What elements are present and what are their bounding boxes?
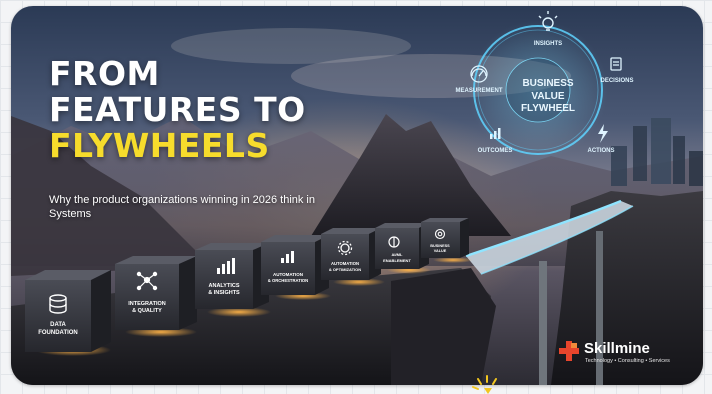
flywheel-center-text: FLYWHEEL	[521, 103, 575, 114]
step-label: ANALYTICS	[209, 283, 240, 289]
clipboard-icon	[610, 57, 622, 71]
skillmine-logo: Skillmine Technology • Consulting • Serv…	[557, 339, 687, 367]
step-label: AI/ML	[392, 252, 403, 257]
banner-title: FROM FEATURES TO FLYWHEELS	[49, 56, 306, 164]
step-label: DATA	[50, 322, 66, 328]
title-line: FROM	[49, 54, 160, 93]
step-label: & INSIGHTS	[208, 290, 240, 296]
bridge-pillar	[539, 261, 547, 385]
flywheel-node-label: INSIGHTS	[534, 41, 562, 47]
skillmine-mark-icon	[559, 341, 579, 361]
flywheel-center-text: BUSINESS	[522, 78, 573, 89]
step-label: ENABLEMENT	[383, 258, 411, 263]
step-cube-data-foundation[interactable]: DATA FOUNDATION	[25, 270, 111, 356]
rock-face	[391, 268, 496, 385]
step-label: FOUNDATION	[38, 330, 78, 336]
flywheel-node-label: ACTIONS	[588, 148, 615, 154]
title-line: FEATURES TO	[49, 90, 306, 129]
step-cube-analytics-insights[interactable]: ANALYTICS & INSIGHTS	[195, 243, 271, 317]
step-label: AUTOMATION	[273, 272, 303, 277]
step-label: AUTOMATION	[331, 261, 359, 266]
logo-name: Skillmine	[584, 340, 650, 357]
step-label: & ORCHESTRATION	[268, 278, 308, 283]
step-label: & QUALITY	[132, 308, 162, 314]
city-skyline	[611, 118, 703, 186]
step-cube-integration-quality[interactable]: INTEGRATION & QUALITY	[115, 256, 197, 337]
hero-banner[interactable]: DATA FOUNDATION INTEGRATION & QUALITY AN…	[11, 6, 703, 385]
flywheel-node-decisions[interactable]: DECISIONS	[600, 57, 634, 84]
sparkle-icon	[472, 375, 497, 394]
step-label: VALUE	[434, 249, 447, 253]
step-label: BUSINESS	[430, 244, 450, 248]
flywheel-center-text: VALUE	[531, 91, 564, 102]
flywheel-node-label: MEASUREMENT	[455, 88, 502, 94]
flywheel-node-label: DECISIONS	[600, 78, 633, 84]
title-line-highlight: FLYWHEELS	[49, 126, 270, 165]
flywheel-diagram: BUSINESS VALUE FLYWHEEL INSIGHTS DECISIO…	[455, 11, 634, 160]
step-cube-automation-orchestration[interactable]: AUTOMATION & ORCHESTRATION	[261, 235, 331, 300]
flywheel-node-label: OUTCOMES	[478, 148, 513, 154]
step-label: INTEGRATION	[128, 301, 166, 307]
lightning-icon	[598, 124, 608, 143]
logo-tagline: Technology • Consulting • Services	[585, 358, 670, 364]
step-label: & OPTIMIZATION	[329, 267, 361, 272]
banner-subtitle: Why the product organizations winning in…	[49, 194, 315, 220]
